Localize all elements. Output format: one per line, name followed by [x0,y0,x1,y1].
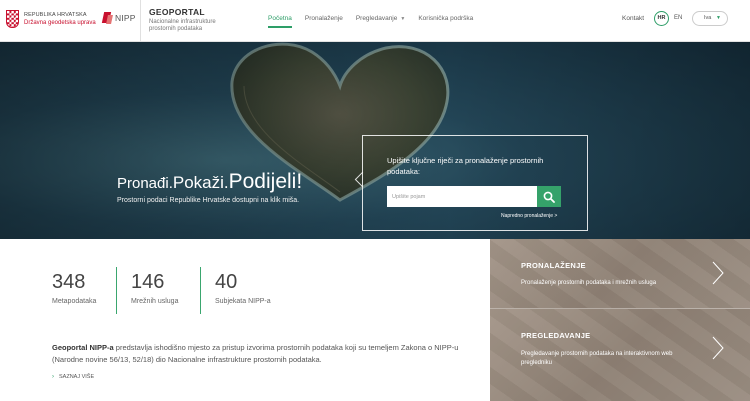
portal-title: GEOPORTAL [149,7,205,17]
advanced-search-link[interactable]: Napredno pronalaženje > [501,213,557,219]
nipp-mark-icon [102,10,113,26]
stat-value: 348 [52,271,86,293]
read-more-link[interactable]: › SAZNAJ VIŠE [52,374,94,380]
main-nav: Početna Pronalaženje Pregledavanje ▼ Kori… [268,15,486,28]
about-text: Geoportal NIPP-a predstavlja ishodišno m… [52,343,459,364]
search-input[interactable] [387,186,537,207]
hero-title: Pronađi.Pokaži.Podijeli! [117,170,303,193]
gov-line-2: Državna geodetska uprava [24,20,96,26]
panel-title: PRONALAŽENJE [521,261,586,270]
stats-section: 348 Metapodataka 146 Mrežnih usluga 40 S… [0,239,490,401]
stat-divider [116,267,117,314]
panel-description: Pregledavanje prostornih podataka na int… [521,351,673,366]
nav-item-pregledavanje[interactable]: Pregledavanje ▼ [356,15,406,22]
user-name: Iva [704,15,712,21]
site-header: REPUBLIKA HRVATSKA Državna geodetska upr… [0,0,750,42]
language-hr-button[interactable]: HR [654,11,669,26]
contact-link[interactable]: Kontakt [622,15,644,22]
stat-metadata: 348 Metapodataka [52,271,96,305]
header-divider [140,0,141,42]
panel-title: PREGLEDAVANJE [521,331,591,340]
stat-label: Subjekata NIPP-a [215,298,271,305]
stat-divider [200,267,201,314]
panel-pronalazenje[interactable]: PRONALAŽENJE Pronalaženje prostornih pod… [490,239,750,308]
hero-banner: Pronađi.Pokaži.Podijeli! Prostorni podac… [0,42,750,239]
chevron-down-icon: ▼ [716,15,721,21]
panel-pregledavanje[interactable]: PREGLEDAVANJE Pregledavanje prostornih p… [490,308,750,401]
nav-item-pocetna[interactable]: Početna [268,15,292,28]
stat-services: 146 Mrežnih usluga [131,271,178,305]
chevron-right-icon: › [52,374,54,380]
gov-line-1: REPUBLIKA HRVATSKA [24,12,87,18]
portal-subtitle-2: prostornih podataka [149,26,203,32]
stat-label: Mrežnih usluga [131,298,179,305]
portal-subtitle-1: Nacionalne infrastrukture [149,19,216,25]
search-icon [543,191,555,203]
hero-subtitle: Prostorni podaci Republike Hrvatske dost… [117,197,300,204]
chevron-right-icon [712,261,724,285]
user-menu-button[interactable]: Iva ▼ [692,11,728,26]
government-logo[interactable]: REPUBLIKA HRVATSKA Državna geodetska upr… [6,10,96,28]
portal-title-block[interactable]: GEOPORTAL Nacionalne infrastrukture pros… [149,7,216,33]
nav-item-pronalazenje[interactable]: Pronalaženje [305,15,343,22]
stat-value: 146 [131,271,165,293]
search-panel: Upišite ključne riječi za pronalaženje p… [362,135,588,231]
nipp-logo-text: NIPP [115,13,136,23]
nipp-logo[interactable]: NIPP [102,10,136,26]
language-en-button[interactable]: EN [674,15,682,21]
search-button[interactable] [537,186,561,207]
croatian-coat-of-arms-icon [6,10,19,28]
chevron-right-icon [712,336,724,360]
chevron-down-icon: ▼ [400,16,406,22]
stat-subjects: 40 Subjekata NIPP-a [215,271,271,305]
nav-item-korisnicka-podrska[interactable]: Korisnička podrška [418,15,473,22]
panel-description: Pronalaženje prostornih podataka i mrežn… [521,280,657,286]
stat-value: 40 [215,271,238,293]
search-prompt: Upišite ključne riječi za pronalaženje p… [387,156,544,176]
stat-label: Metapodataka [52,298,97,305]
